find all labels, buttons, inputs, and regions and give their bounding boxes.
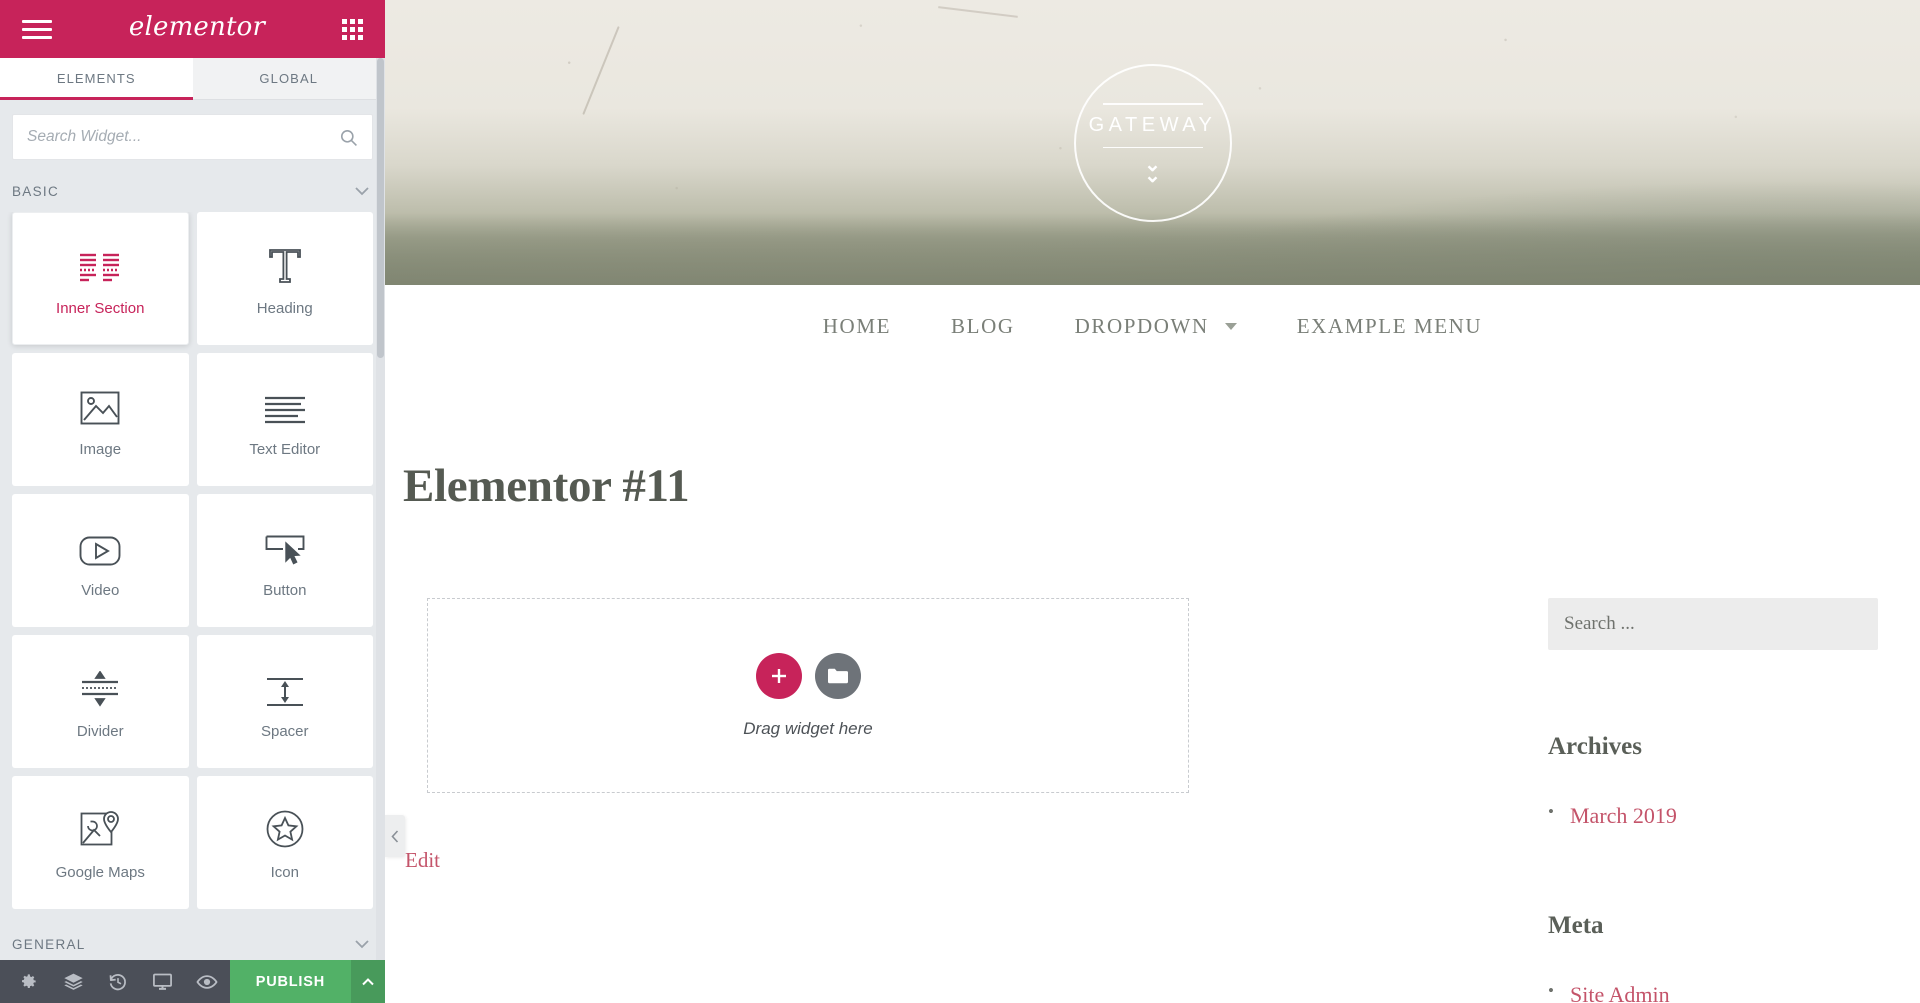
page-sidebar: Archives March 2019 Meta Site Admin Log … [1548, 513, 1878, 1003]
category-general-label: GENERAL [12, 936, 86, 952]
nav-item-home[interactable]: HOME [793, 314, 921, 339]
content-main-column: Drag widget here Edit [403, 513, 1413, 1003]
logo-text: GATEWAY [1088, 113, 1217, 136]
tab-global[interactable]: GLOBAL [192, 58, 385, 99]
hamburger-menu-icon[interactable] [22, 17, 52, 41]
logo-rule-bottom [1102, 146, 1203, 148]
widget-tile-inner-section[interactable]: Inner Section [12, 212, 189, 345]
site-navigation: HOME BLOG DROPDOWN EXAMPLE MENU [385, 285, 1920, 367]
image-icon [80, 381, 120, 425]
gateway-logo: GATEWAY ⌄ ⌄ [1073, 63, 1232, 222]
chevron-down-icon [1224, 322, 1237, 330]
inner-section-icon [79, 240, 121, 284]
sidebar-search-box[interactable] [1548, 598, 1878, 650]
widget-tile-google-maps[interactable]: Google Maps [12, 776, 189, 909]
search-icon [339, 128, 358, 147]
widget-label: Video [81, 582, 120, 599]
collapse-panel-handle[interactable] [385, 815, 405, 857]
nav-item-example-menu[interactable]: EXAMPLE MENU [1267, 314, 1512, 339]
widget-grid: Inner Section Heading Image Text Editor … [0, 212, 385, 909]
content-row: Drag widget here Edit Archives March 201… [385, 513, 1920, 1003]
dropzone-buttons [755, 652, 861, 699]
chevron-down-icon [355, 937, 369, 952]
elementor-left-panel: elementor ELEMENTS GLOBAL BASIC [0, 0, 385, 1003]
widget-label: Icon [270, 864, 299, 881]
list-item[interactable]: March 2019 [1548, 802, 1878, 829]
widget-label: Google Maps [55, 864, 145, 881]
sidebar-search-input[interactable] [1564, 613, 1862, 635]
nav-item-dropdown[interactable]: DROPDOWN [1045, 314, 1267, 339]
google-maps-icon [80, 804, 120, 848]
widget-label: Button [263, 582, 307, 599]
caret-up-icon[interactable] [351, 960, 385, 1003]
drag-widget-dropzone[interactable]: Drag widget here [427, 598, 1189, 793]
nav-label: HOME [822, 313, 892, 338]
sidebar-heading-archives: Archives [1548, 733, 1642, 760]
tab-elements[interactable]: ELEMENTS [0, 58, 193, 100]
page-title: Elementor #11 [403, 460, 690, 512]
widget-list-scroll[interactable]: Inner Section Heading Image Text Editor … [0, 212, 385, 960]
search-input[interactable] [27, 128, 339, 146]
chevron-down-icon [355, 184, 369, 199]
panel-footer-toolbar: PUBLISH [0, 960, 385, 1003]
responsive-monitor-icon[interactable] [140, 960, 185, 1003]
heading-t-icon [268, 240, 302, 284]
navigator-layers-icon[interactable] [51, 960, 96, 1003]
widget-tile-heading[interactable]: Heading [196, 212, 373, 345]
text-editor-icon [264, 381, 306, 425]
nav-item-blog[interactable]: BLOG [921, 314, 1045, 339]
page-preview-canvas[interactable]: GATEWAY ⌄ ⌄ HOME BLOG DROPDOWN EXAMPLE ME… [385, 0, 1920, 1003]
widget-tile-image[interactable]: Image [12, 353, 189, 486]
widget-tile-divider[interactable]: Divider [12, 635, 189, 768]
publish-button[interactable]: PUBLISH [229, 960, 351, 1003]
category-basic-label: BASIC [12, 183, 60, 199]
category-basic[interactable]: BASIC [0, 170, 385, 212]
widget-tile-icon[interactable]: Icon [196, 776, 373, 909]
widget-tile-button[interactable]: Button [196, 494, 373, 627]
meta-list: Site Admin Log out [1548, 981, 1878, 1003]
divider-icon [80, 663, 120, 707]
panel-scrollbar[interactable] [376, 58, 385, 960]
history-revisions-icon[interactable] [96, 960, 141, 1003]
panel-header: elementor [0, 0, 385, 58]
publish-group: PUBLISH [229, 960, 385, 1003]
nav-label: BLOG [951, 313, 1015, 338]
elementor-logo: elementor [128, 12, 266, 42]
preview-eye-icon[interactable] [185, 960, 230, 1003]
widget-tile-spacer[interactable]: Spacer [196, 635, 373, 768]
double-chevron-down-icon[interactable]: ⌄ ⌄ [1144, 155, 1161, 186]
dropzone-label: Drag widget here [743, 718, 873, 738]
widget-tile-text-editor[interactable]: Text Editor [196, 353, 373, 486]
widget-label: Image [79, 441, 122, 458]
edit-link[interactable]: Edit [403, 793, 1413, 873]
settings-gear-icon[interactable] [6, 960, 51, 1003]
video-play-icon [79, 522, 121, 566]
widget-search-box[interactable] [12, 114, 373, 160]
widget-label: Heading [256, 300, 313, 317]
list-item[interactable]: Site Admin [1548, 981, 1878, 1003]
add-template-button[interactable] [814, 652, 861, 699]
panel-tabs: ELEMENTS GLOBAL [0, 58, 385, 100]
widget-label: Text Editor [249, 441, 321, 458]
hero-banner: GATEWAY ⌄ ⌄ [385, 0, 1920, 285]
widget-label: Divider [76, 723, 124, 740]
archives-list: March 2019 [1548, 802, 1878, 829]
category-general[interactable]: GENERAL [0, 923, 385, 960]
widget-tile-video[interactable]: Video [12, 494, 189, 627]
elementor-editor: elementor ELEMENTS GLOBAL BASIC [0, 0, 1920, 1003]
star-circle-icon [266, 804, 304, 848]
widget-label: Spacer [260, 723, 309, 740]
panel-scrollbar-thumb[interactable] [377, 58, 384, 358]
button-cursor-icon [264, 522, 306, 566]
widget-search-wrapper [0, 100, 385, 170]
sidebar-heading-meta: Meta [1548, 912, 1604, 939]
app-grid-icon[interactable] [342, 18, 363, 40]
nav-label: DROPDOWN [1074, 313, 1209, 338]
widget-label: Inner Section [56, 300, 145, 317]
add-section-button[interactable] [755, 652, 802, 699]
nav-label: EXAMPLE MENU [1296, 313, 1483, 338]
page-content: Elementor #11 Drag widget here Edit Sear… [385, 367, 1920, 1003]
spacer-icon [265, 663, 305, 707]
